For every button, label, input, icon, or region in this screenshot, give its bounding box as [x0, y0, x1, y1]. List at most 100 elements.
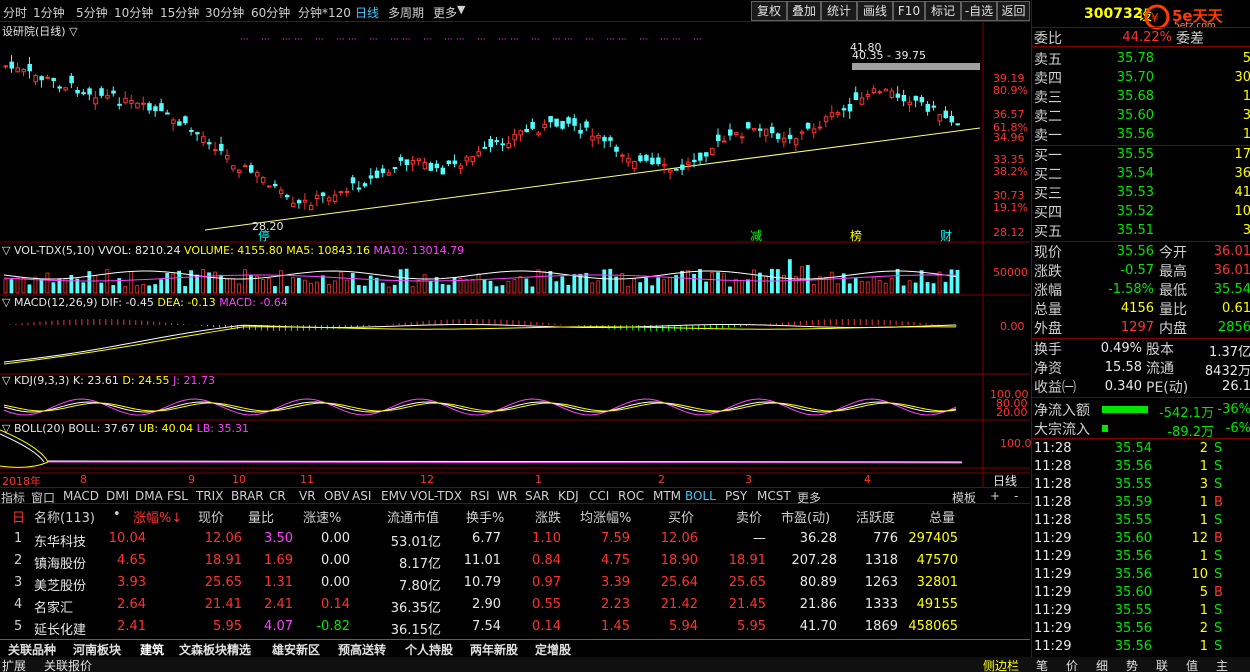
expand-button[interactable]: 扩展 — [2, 657, 26, 672]
column-header-3[interactable]: 现价 — [198, 507, 224, 526]
column-header-1[interactable]: • — [113, 507, 121, 522]
column-header-5[interactable]: 涨速% — [303, 507, 341, 526]
column-header-9[interactable]: 均涨幅% — [580, 507, 631, 526]
column-header-14[interactable]: 总量 — [929, 507, 955, 526]
table-row[interactable]: 3 美芝股份 3.93 25.65 1.31 0.00 7.80亿 10.79 0.97 3.39… — [0, 575, 1030, 595]
sheet-tab-5[interactable]: 预高送转 — [338, 641, 386, 658]
column-header-10[interactable]: 买价 — [668, 507, 694, 526]
period-4[interactable]: 15分钟 — [160, 4, 199, 21]
indicator-tab-18[interactable]: CCI — [589, 489, 609, 503]
event-marker[interactable]: 财 — [940, 227, 952, 244]
column-header-11[interactable]: 卖价 — [736, 507, 762, 526]
sheet-tab-7[interactable]: 两年新股 — [470, 641, 518, 658]
sheet-tab-2[interactable]: 建筑 — [140, 641, 165, 658]
toolbar-button-2[interactable]: 统计 — [821, 1, 857, 21]
event-marker[interactable]: 停 — [258, 227, 270, 244]
indicator-tab-20[interactable]: MTM — [653, 489, 681, 503]
indicator-tab-7[interactable]: BRAR — [231, 489, 264, 503]
sheet-tab-6[interactable]: 个人持股 — [405, 641, 453, 658]
indicator-tab-0[interactable]: 指标 — [1, 489, 25, 506]
column-header-8[interactable]: 涨跌 — [535, 507, 561, 526]
indicator-tab-24[interactable]: 更多 — [797, 489, 821, 506]
order-level-volume: 3 — [1242, 108, 1250, 123]
table-row[interactable]: 2 镇海股份 4.65 18.91 1.69 0.00 8.17亿 11.01 0.84 4.75… — [0, 553, 1030, 573]
period-8[interactable]: 日线 — [355, 4, 379, 21]
period-0[interactable]: 分时 — [3, 4, 27, 21]
indicator-tab-1[interactable]: 窗口 — [31, 489, 55, 506]
table-row[interactable]: 4 名家汇 2.64 21.41 2.41 0.14 36.35亿 2.90 0.55 2.23 2… — [0, 597, 1030, 617]
tick-time: 11:29 — [1034, 639, 1072, 654]
template-control-0[interactable]: 模板 — [952, 489, 976, 506]
indicator-tab-17[interactable]: KDJ — [558, 489, 579, 503]
sheet-tab-1[interactable]: 河南板块 — [73, 641, 121, 658]
period-5[interactable]: 30分钟 — [205, 4, 244, 21]
side-tab-1[interactable]: 价 — [1066, 657, 1078, 672]
column-header-13[interactable]: 活跃度 — [856, 507, 895, 526]
column-header-12[interactable]: 市盈(动) — [781, 507, 830, 526]
indicator-tab-14[interactable]: RSI — [470, 489, 490, 503]
period-9[interactable]: 多周期 — [388, 4, 424, 21]
toolbar-button-1[interactable]: 叠加 — [787, 1, 821, 21]
column-header-2[interactable]: 涨幅%↓ — [133, 507, 182, 526]
toolbar-button-7[interactable]: 返回 — [997, 1, 1030, 21]
period-3[interactable]: 10分钟 — [114, 4, 153, 21]
money-flow-label: 净流入额 — [1034, 403, 1090, 419]
indicator-tab-4[interactable]: DMA — [135, 489, 163, 503]
indicator-tab-13[interactable]: VOL-TDX — [410, 489, 462, 503]
side-tab-0[interactable]: 笔 — [1036, 657, 1048, 672]
indicator-tab-21[interactable]: BOLL — [685, 489, 716, 503]
table-cell: 延长化建 — [34, 623, 87, 638]
period-2[interactable]: 5分钟 — [76, 4, 108, 21]
sheet-tab-0[interactable]: 关联品种 — [8, 641, 56, 658]
sheet-tab-4[interactable]: 雄安新区 — [272, 641, 320, 658]
side-tab-6[interactable]: 主 — [1216, 657, 1228, 672]
indicator-tab-5[interactable]: FSL — [167, 489, 188, 503]
column-header-4[interactable]: 量比 — [248, 507, 274, 526]
table-menu-icon[interactable]: 日 — [12, 507, 25, 526]
sidebar-toggle[interactable]: 侧边栏 — [983, 657, 1019, 672]
indicator-tab-6[interactable]: TRIX — [196, 489, 223, 503]
indicator-tab-9[interactable]: VR — [299, 489, 316, 503]
table-row[interactable]: 1 东华科技 10.04 12.06 3.50 0.00 53.01亿 6.77 1.10 7.5… — [0, 531, 1030, 551]
indicator-tab-16[interactable]: SAR — [525, 489, 549, 503]
indicator-tab-11[interactable]: ASI — [352, 489, 371, 503]
sheet-tab-8[interactable]: 定增股 — [535, 641, 571, 658]
side-tab-5[interactable]: 值 — [1186, 657, 1198, 672]
table-row[interactable]: 5 延长化建 2.41 5.95 4.07 -0.82 36.15亿 7.54 0.14 1.45… — [0, 619, 1030, 639]
indicator-tab-12[interactable]: EMV — [381, 489, 407, 503]
column-header-7[interactable]: 换手% — [466, 507, 504, 526]
order-level-volume: 30 — [1234, 70, 1250, 85]
toolbar-button-0[interactable]: 复权 — [751, 1, 787, 21]
quote-stat-label: 内盘 — [1159, 321, 1187, 337]
indicator-tab-10[interactable]: OBV — [324, 489, 350, 503]
indicator-tab-19[interactable]: ROC — [618, 489, 644, 503]
indicator-tab-8[interactable]: CR — [269, 489, 286, 503]
toolbar-button-6[interactable]: -自选 — [961, 1, 997, 21]
indicator-tab-2[interactable]: MACD — [63, 489, 99, 503]
tick-price: 35.56 — [1114, 549, 1152, 564]
period-6[interactable]: 60分钟 — [251, 4, 290, 21]
indicator-tab-22[interactable]: PSY — [725, 489, 747, 503]
side-tab-4[interactable]: 联 — [1156, 657, 1168, 672]
more-arrow-icon[interactable]: ▼ — [457, 3, 465, 16]
indicator-tab-3[interactable]: DMI — [106, 489, 129, 503]
template-control-2[interactable]: - — [1014, 489, 1018, 503]
column-header-6[interactable]: 流通市值 — [387, 507, 439, 526]
event-marker[interactable]: 榜 — [850, 227, 862, 244]
table-cell: 0.14 — [321, 597, 350, 612]
side-tab-2[interactable]: 细 — [1096, 657, 1108, 672]
side-tab-3[interactable]: 势 — [1126, 657, 1138, 672]
related-quote-button[interactable]: 关联报价 — [44, 657, 92, 672]
sheet-tab-3[interactable]: 文森板块精选 — [179, 641, 251, 658]
indicator-tab-23[interactable]: MCST — [757, 489, 791, 503]
column-header-0[interactable]: 名称(113) — [34, 507, 95, 526]
period-7[interactable]: 分钟*120 — [298, 4, 351, 21]
period-10[interactable]: 更多 — [433, 4, 457, 21]
toolbar-button-3[interactable]: 画线 — [857, 1, 893, 21]
template-control-1[interactable]: + — [990, 489, 1000, 503]
toolbar-button-4[interactable]: F10 — [893, 1, 925, 21]
period-1[interactable]: 1分钟 — [33, 4, 65, 21]
event-marker[interactable]: 减 — [750, 227, 762, 244]
toolbar-button-5[interactable]: 标记 — [925, 1, 961, 21]
indicator-tab-15[interactable]: WR — [497, 489, 517, 503]
